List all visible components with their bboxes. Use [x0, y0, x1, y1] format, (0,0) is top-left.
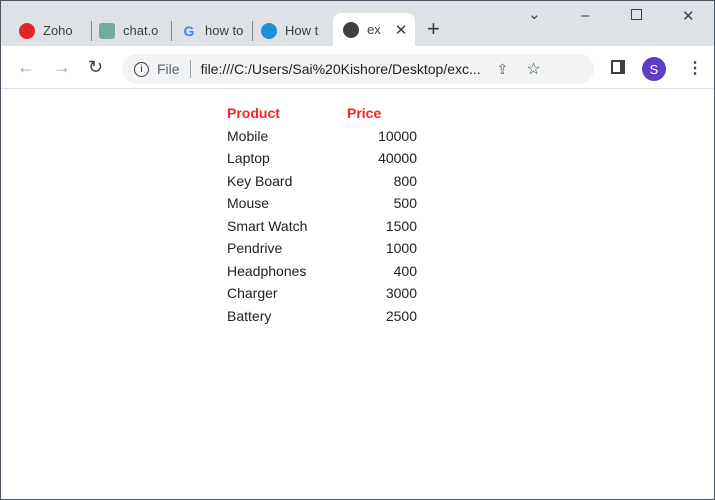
product-table: Product Price Mobile 10000 Laptop 40000 Key … [227, 102, 417, 327]
minimize-button[interactable]: – [581, 7, 589, 24]
table-row: Charger 3000 [227, 282, 417, 305]
back-button[interactable]: ← [17, 57, 35, 78]
close-tab-icon[interactable]: ✕ [395, 21, 408, 39]
table-header-row: Product Price [227, 102, 417, 125]
table-row: Mouse 500 [227, 192, 417, 215]
product-cell: Headphones [227, 262, 307, 279]
table-row: Headphones 400 [227, 260, 417, 283]
table-row: Pendrive 1000 [227, 237, 417, 260]
product-cell: Laptop [227, 150, 270, 167]
tab-strip: Zoho chat.o Ghow to How t ex ✕ + ⌄ – ✕ [1, 1, 714, 46]
scheme-label: File [157, 61, 180, 77]
tab-edge[interactable]: How t [261, 15, 323, 46]
tab-label: How t [285, 23, 319, 38]
price-cell: 400 [393, 262, 417, 279]
menu-icon[interactable]: ⋮ [687, 58, 703, 78]
tab-label: how to [205, 23, 243, 38]
price-cell: 1000 [385, 240, 417, 257]
price-cell: 2500 [385, 307, 417, 324]
avatar[interactable]: S [642, 57, 666, 81]
tab-separator [91, 21, 92, 41]
google-icon: G [183, 22, 195, 39]
chatgpt-icon [99, 22, 115, 39]
product-cell: Key Board [227, 172, 293, 189]
table-row: Key Board 800 [227, 170, 417, 193]
price-cell: 800 [393, 172, 417, 189]
price-cell: 3000 [385, 285, 417, 302]
price-cell: 1500 [385, 217, 417, 234]
edge-icon [261, 22, 277, 39]
product-cell: Smart Watch [227, 217, 308, 234]
price-cell: 40000 [378, 150, 417, 167]
star-icon[interactable]: ☆ [526, 59, 540, 79]
tab-zoho[interactable]: Zoho [19, 15, 79, 46]
header-price: Price [347, 105, 382, 122]
product-cell: Mouse [227, 195, 270, 212]
product-cell: Pendrive [227, 240, 283, 257]
forward-button[interactable]: → [53, 57, 71, 78]
new-tab-button[interactable]: + [427, 16, 440, 42]
header-product: Product [227, 105, 280, 122]
table-row: Mobile 10000 [227, 125, 417, 148]
reload-button[interactable]: ↻ [88, 57, 103, 78]
zoho-icon [19, 22, 35, 39]
side-panel-icon[interactable] [611, 60, 625, 74]
maximize-button[interactable] [631, 9, 642, 20]
price-cell: 10000 [378, 127, 417, 144]
table-row: Smart Watch 1500 [227, 215, 417, 238]
tab-label: ex [367, 22, 381, 37]
product-cell: Charger [227, 285, 278, 302]
url-text[interactable]: file:///C:/Users/Sai%20Kishore/Desktop/e… [201, 61, 481, 77]
tab-separator [252, 21, 253, 41]
product-cell: Battery [227, 307, 272, 324]
divider [189, 60, 191, 78]
tab-google[interactable]: Ghow to [181, 15, 243, 46]
table-row: Battery 2500 [227, 305, 417, 328]
globe-icon [343, 21, 359, 38]
tab-active[interactable]: ex ✕ [333, 13, 415, 46]
tab-separator [171, 21, 172, 41]
tab-search-chevron-icon[interactable]: ⌄ [528, 5, 541, 23]
address-bar[interactable]: i File file:///C:/Users/Sai%20Kishore/De… [122, 54, 594, 84]
price-cell: 500 [393, 195, 417, 212]
table-row: Laptop 40000 [227, 147, 417, 170]
close-window-button[interactable]: ✕ [682, 7, 695, 25]
toolbar: ← → ↻ i File file:///C:/Users/Sai%20Kish… [1, 46, 714, 89]
tab-label: chat.o [123, 23, 159, 38]
share-icon[interactable]: ⇪ [497, 61, 509, 78]
info-icon[interactable]: i [134, 61, 149, 77]
product-cell: Mobile [227, 127, 269, 144]
tab-label: Zoho [43, 23, 73, 38]
tab-chatgpt[interactable]: chat.o [99, 15, 163, 46]
